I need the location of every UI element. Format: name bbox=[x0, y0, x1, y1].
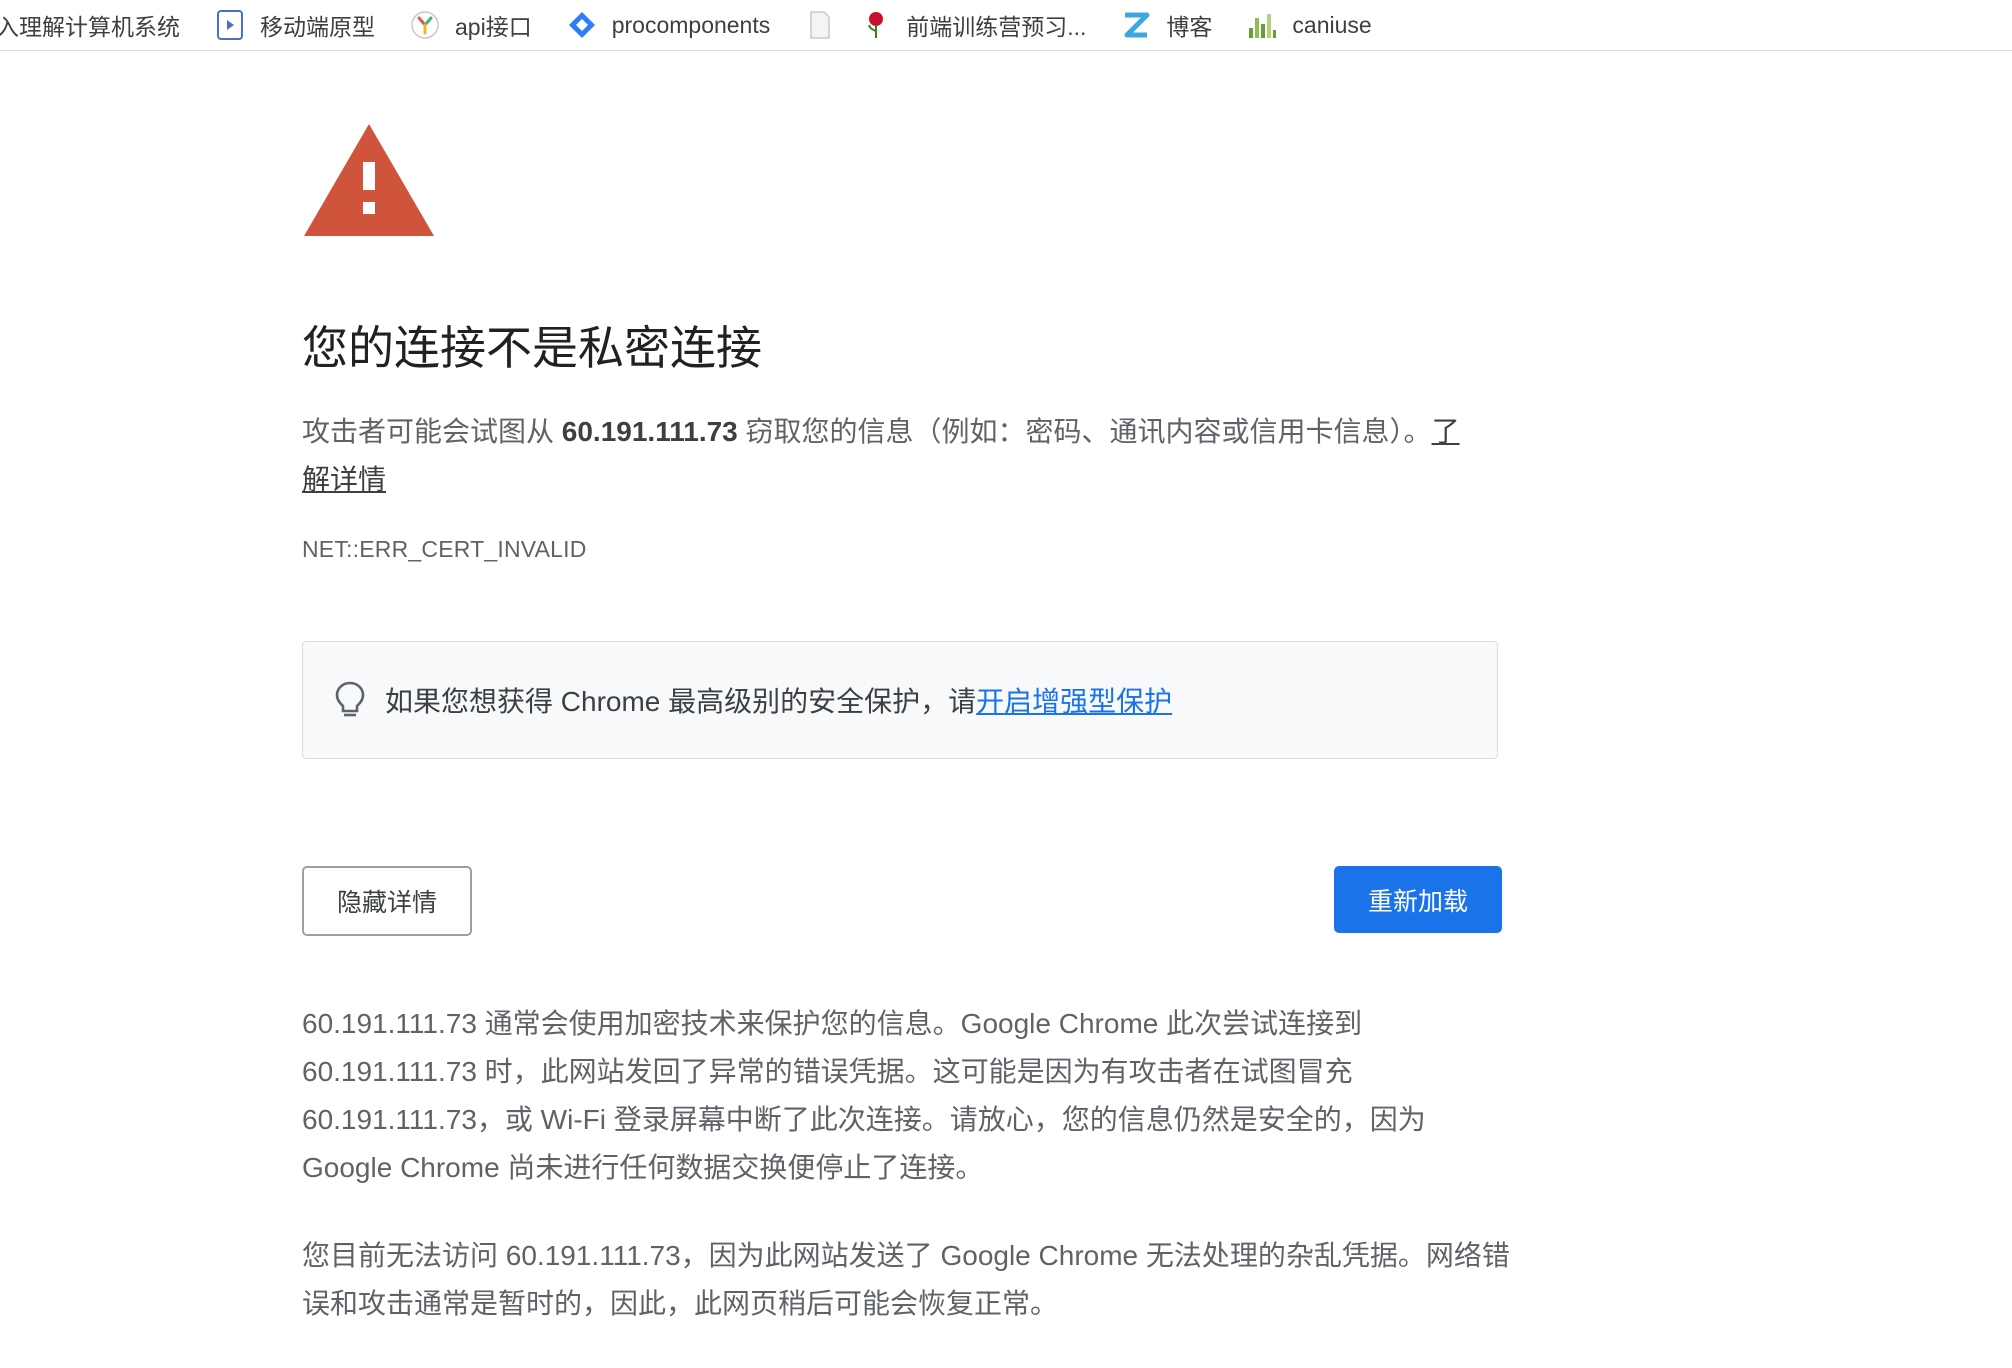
enhanced-protection-link[interactable]: 开启增强型保护 bbox=[976, 686, 1172, 717]
rose-icon bbox=[860, 9, 892, 41]
bookmark-label: procomponents bbox=[611, 11, 771, 38]
bookmark-label: 博客 bbox=[1166, 14, 1213, 40]
bookmark-item[interactable] bbox=[804, 0, 850, 50]
bar-chart-logo-icon bbox=[1246, 9, 1278, 41]
lightbulb-icon bbox=[333, 680, 367, 720]
bookmark-label: caniuse bbox=[1292, 11, 1372, 38]
details-section: 60.191.111.73 通常会使用加密技术来保护您的信息。Google Ch… bbox=[302, 1000, 1512, 1368]
bookmark-item[interactable]: procomponents bbox=[566, 0, 771, 50]
bookmark-label: api接口 bbox=[455, 14, 532, 40]
host-address: 60.191.111.73 bbox=[561, 416, 738, 447]
play-doc-icon bbox=[214, 9, 246, 41]
details-paragraph: 您目前无法访问 60.191.111.73，因为此网站发送了 Google Ch… bbox=[302, 1240, 1510, 1319]
bookmark-item[interactable]: api接口 bbox=[409, 0, 532, 50]
warning-message: 攻击者可能会试图从 60.191.111.73 窃取您的信息（例如：密码、通讯内… bbox=[302, 408, 1462, 504]
enhanced-protection-tip: 如果您想获得 Chrome 最高级别的安全保护，请开启增强型保护 bbox=[302, 641, 1498, 759]
tip-text: 如果您想获得 Chrome 最高级别的安全保护，请开启增强型保护 bbox=[385, 680, 1172, 720]
details-paragraph: 60.191.111.73 通常会使用加密技术来保护您的信息。Google Ch… bbox=[302, 1008, 1426, 1183]
bookmarks-bar: 入理解计算机系统 移动端原型 api接口 procomponents 前端训练营… bbox=[0, 0, 2012, 51]
diamond-logo-icon bbox=[566, 9, 598, 41]
z-logo-icon bbox=[1120, 9, 1152, 41]
warning-triangle-icon bbox=[302, 122, 436, 243]
bookmark-label: 移动端原型 bbox=[260, 14, 375, 40]
api-logo-icon bbox=[409, 9, 441, 41]
error-code: NET::ERR_CERT_INVALID bbox=[302, 536, 587, 562]
bookmark-label: 入理解计算机系统 bbox=[0, 14, 180, 40]
tip-message: 如果您想获得 Chrome 最高级别的安全保护，请 bbox=[385, 686, 977, 717]
bookmark-item[interactable]: 前端训练营预习... bbox=[860, 0, 1086, 50]
bookmark-item[interactable]: 博客 bbox=[1120, 0, 1212, 50]
bookmark-item[interactable]: 移动端原型 bbox=[214, 0, 375, 50]
blank-page-icon bbox=[804, 9, 836, 41]
bookmark-label: 前端训练营预习... bbox=[906, 14, 1087, 40]
warning-text-before: 攻击者可能会试图从 bbox=[302, 416, 562, 447]
hide-details-button[interactable]: 隐藏详情 bbox=[302, 866, 472, 936]
reload-button[interactable]: 重新加载 bbox=[1334, 866, 1502, 933]
page-title: 您的连接不是私密连接 bbox=[302, 322, 762, 374]
bookmark-item[interactable]: 入理解计算机系统 bbox=[0, 0, 180, 50]
warning-text-after: 窃取您的信息（例如：密码、通讯内容或信用卡信息）。 bbox=[737, 416, 1432, 447]
bookmark-item[interactable]: caniuse bbox=[1246, 0, 1372, 50]
